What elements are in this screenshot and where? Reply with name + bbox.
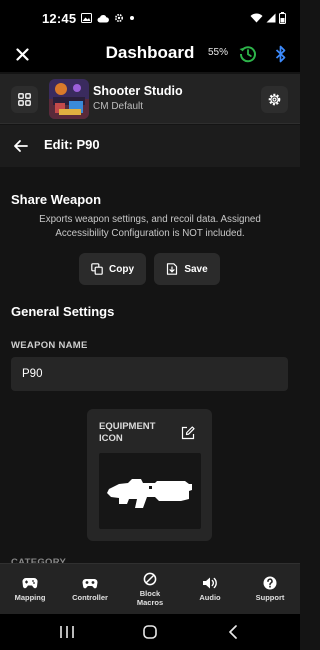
pencil-icon [181,426,195,440]
battery-icon [279,12,286,24]
home-icon [143,625,157,639]
close-icon [15,47,29,61]
nav-mapping[interactable]: Mapping [0,564,60,614]
equipment-icon-card: EQUIPMENT ICON [87,409,212,541]
history-button[interactable] [238,44,258,64]
save-button[interactable]: Save [154,253,220,285]
nav-mapping-label: Mapping [14,593,46,602]
copy-button-label: Copy [109,263,134,275]
nav-support[interactable]: Support [240,564,300,614]
equipment-icon-label: EQUIPMENT ICON [99,421,156,444]
system-back-button[interactable] [225,624,243,640]
p90-weapon-icon [107,479,192,508]
home-button[interactable] [141,624,159,640]
bluetooth-button[interactable] [273,44,289,64]
edit-header: Edit: P90 [0,125,300,167]
general-section-title: General Settings [11,304,115,319]
cloud-icon [97,14,110,23]
save-button-label: Save [184,263,208,275]
bottom-nav: Mapping Controller Block Macros Audio Su… [0,563,300,614]
weapon-name-label: WEAPON NAME [11,340,88,351]
share-description: Exports weapon settings, and recoil data… [39,214,261,239]
profile-name: Shooter Studio [93,84,183,98]
share-section-title: Share Weapon [11,192,102,207]
chevron-left-icon [229,625,237,639]
recent-apps-button[interactable] [58,624,76,640]
profile-bar: Shooter Studio CM Default [0,74,300,124]
arrow-left-icon [14,140,28,152]
gamepad-icon [22,577,38,589]
game-thumbnail[interactable] [49,79,89,119]
help-icon [263,576,277,590]
close-button[interactable] [11,43,33,65]
app-header: Dashboard 55% [0,36,300,72]
equipment-icon-preview[interactable] [99,453,201,529]
device-battery-percent: 55% [208,47,229,58]
settings-icon [268,93,281,106]
edit-title: Edit: P90 [44,137,100,152]
copy-button[interactable]: Copy [79,253,146,285]
nav-controller-label: Controller [72,593,108,602]
edit-equipment-icon-button[interactable] [181,426,197,442]
gear-icon [114,13,124,23]
back-button[interactable] [11,136,31,156]
download-icon [167,263,178,275]
status-time: 12:45 [42,10,77,26]
profile-config: CM Default [93,101,144,112]
status-bar: 12:45 [0,0,300,36]
speaker-icon [203,577,217,589]
copy-icon [91,263,103,275]
history-icon [239,46,256,63]
apps-grid-button[interactable] [11,86,38,113]
recents-icon [60,626,74,638]
nav-controller[interactable]: Controller [60,564,120,614]
profile-settings-button[interactable] [261,86,288,113]
weapon-name-input[interactable] [11,357,288,391]
nav-block-macros-label: Block Macros [136,588,164,607]
nav-support-label: Support [255,593,285,602]
nav-audio[interactable]: Audio [180,564,240,614]
game-art-icon [49,79,89,119]
nav-audio-label: Audio [199,593,221,602]
dot-icon [129,15,135,21]
signal-icon [266,13,276,23]
block-icon [143,572,157,585]
image-icon [81,13,93,23]
nav-block-macros[interactable]: Block Macros [120,564,180,614]
controller-icon [82,579,98,589]
system-nav-bar [0,614,300,650]
wifi-icon [250,13,263,23]
bluetooth-icon [275,45,286,63]
grid-icon [18,93,31,106]
